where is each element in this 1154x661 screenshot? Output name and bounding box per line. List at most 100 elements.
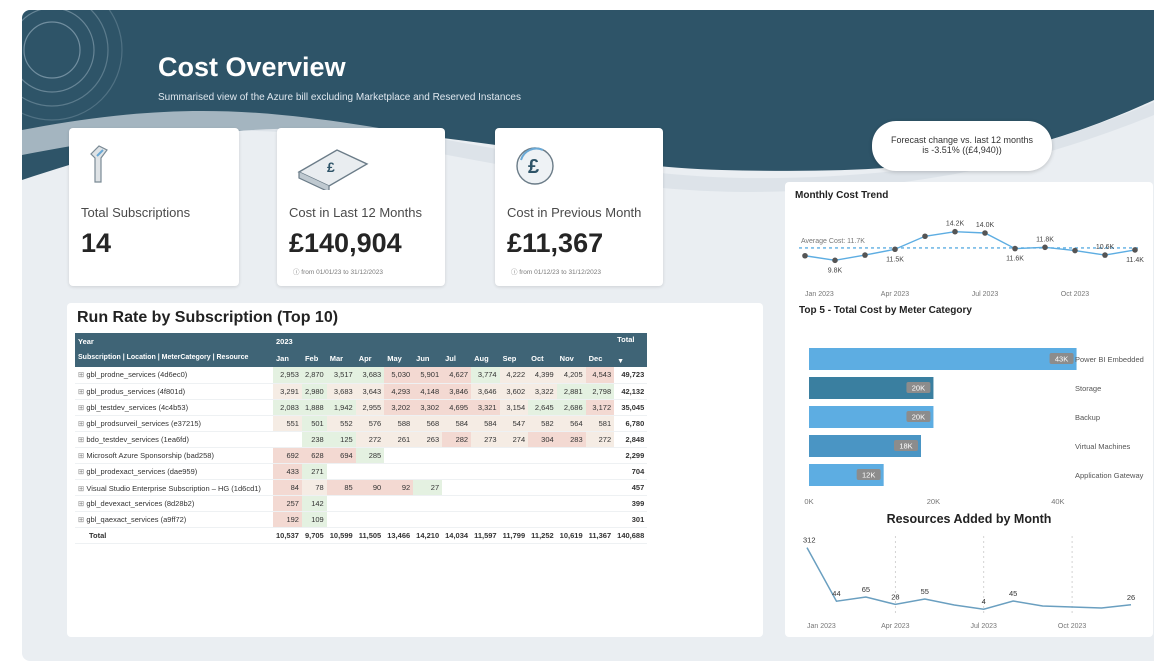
meter-x-tick: 0K (804, 497, 813, 506)
table-row[interactable]: ⊞ gbl_testdev_services (4c4b53) 2,083 1,88… (75, 399, 648, 416)
pound-coin-icon: £ (516, 147, 554, 185)
month-cell (442, 447, 472, 464)
month-cell (499, 511, 529, 528)
month-cell: 5,901 (413, 367, 443, 384)
month-cell: 304 (528, 431, 557, 448)
row-total: 704 (614, 463, 648, 480)
meter-value-label: 20K (912, 413, 925, 422)
month-cell (499, 447, 529, 464)
monthly-trend-chart[interactable]: Average Cost: 11.7K 9.8K 11.5K 14.2K 14.0K 11… (785, 202, 1153, 302)
resources-x-tick: Oct 2023 (1058, 623, 1087, 630)
table-row[interactable]: ⊞ gbl_prodne_services (4d6ec0) 2,953 2,870… (75, 367, 648, 384)
total-header-label: Total (617, 335, 635, 344)
kpi-card-total-subscriptions[interactable]: Total Subscriptions 14 (69, 128, 239, 286)
kpi-card-cost-12-months[interactable]: £ Cost in Last 12 Months £140,904 ⓘ from… (277, 128, 445, 286)
month-cell: 2,980 (301, 383, 327, 400)
kpi-date-range: ⓘ from 01/12/23 to 31/12/2023 (511, 269, 601, 276)
trend-point (982, 230, 988, 236)
month-cell (355, 495, 385, 512)
azure-key-icon (90, 145, 108, 183)
table-row[interactable]: ⊞ gbl_prodsurveil_services (e37215) 551 50… (75, 415, 648, 432)
resources-added-chart[interactable]: 312 44 65 28 55 4 45 26 Jan 2023 Apr 2023 Jul 2023… (785, 530, 1153, 634)
month-cell (585, 447, 615, 464)
month-cell (355, 511, 385, 528)
month-total: 10,619 (556, 526, 586, 544)
total-header[interactable]: Total ▼ (614, 333, 648, 367)
month-total: 11,367 (585, 526, 615, 544)
subscription-label: gbl_prodne_services (4d6ec0) (86, 370, 188, 380)
month-cell: 192 (273, 511, 302, 528)
month-cell: 3,322 (528, 383, 557, 400)
month-cell: 3,321 (471, 399, 500, 416)
page-title: Cost Overview (158, 52, 346, 82)
month-cell (585, 511, 615, 528)
meter-category-label: Virtual Machines (1075, 442, 1131, 451)
month-cell: 2,645 (528, 399, 557, 416)
month-cell: 92 (384, 479, 414, 496)
month-cell: 2,953 (273, 367, 302, 384)
month-cell (413, 511, 443, 528)
trend-data-label: 9.8K (828, 267, 843, 274)
month-cell: 582 (528, 415, 557, 432)
trend-data-label: 14.0K (976, 222, 995, 229)
resources-x-tick: Apr 2023 (881, 623, 910, 630)
month-cell: 2,955 (355, 399, 385, 416)
trend-point (892, 246, 898, 253)
month-header: Jun (413, 350, 443, 367)
year-header-row: Year 2023 Total ▼ (75, 333, 648, 367)
month-header: Jul (442, 350, 472, 367)
subscription-name: ⊞ gbl_testdev_services (4c4b53) (75, 399, 273, 416)
row-total: 301 (614, 511, 648, 528)
month-cell (442, 495, 472, 512)
trend-point (832, 257, 838, 264)
month-cell: 27 (413, 479, 443, 496)
month-cell: 3,683 (326, 383, 356, 400)
month-total: 11,597 (471, 526, 500, 544)
svg-text:£: £ (528, 156, 539, 178)
resources-x-tick: Jul 2023 (970, 623, 997, 630)
kpi-value: £140,904 (289, 228, 402, 258)
trend-x-tick: Oct 2023 (1061, 291, 1090, 298)
row-total: 49,723 (614, 367, 648, 384)
month-cell: 588 (384, 415, 414, 432)
table-row[interactable]: ⊞ Microsoft Azure Sponsorship (bad258) 69… (75, 447, 648, 464)
month-header: Jan (273, 350, 302, 367)
month-cell: 501 (301, 415, 327, 432)
month-cell (442, 479, 472, 496)
monthly-trend-title: Monthly Cost Trend (795, 190, 889, 201)
month-cell (384, 495, 414, 512)
kpi-card-cost-previous-month[interactable]: £ Cost in Previous Month £11,367 ⓘ from … (495, 128, 663, 286)
subscription-name: ⊞ gbl_prodsurveil_services (e37215) (75, 415, 273, 432)
month-cell: 263 (413, 431, 443, 448)
month-cell: 3,846 (442, 383, 472, 400)
month-cell: 2,870 (301, 367, 327, 384)
month-total: 10,599 (326, 526, 356, 544)
row-total: 2,299 (614, 447, 648, 464)
month-cell: 85 (326, 479, 356, 496)
table-row[interactable]: ⊞ Visual Studio Enterprise Subscription … (75, 479, 648, 496)
forecast-badge: Forecast change vs. last 12 months is -3… (872, 121, 1052, 171)
month-cell: 2,881 (556, 383, 586, 400)
month-total: 14,034 (442, 526, 472, 544)
month-cell: 109 (301, 511, 327, 528)
table-row[interactable]: ⊞ gbl_produs_services (4f801d) 3,291 2,980… (75, 383, 648, 400)
month-cell: 584 (442, 415, 472, 432)
month-cell (384, 447, 414, 464)
month-cell (585, 495, 615, 512)
month-cell: 581 (585, 415, 615, 432)
month-total: 11,505 (355, 526, 385, 544)
month-cell (326, 463, 356, 480)
table-row[interactable]: ⊞ bdo_testdev_services (1ea6fd) 238 125 272… (75, 431, 648, 448)
kpi-value: £11,367 (507, 228, 604, 258)
resources-data-label: 312 (803, 536, 816, 545)
table-row[interactable]: ⊞ gbl_qaexact_services (a9ff72) 192 109 301 (75, 511, 648, 528)
month-cell: 1,942 (326, 399, 356, 416)
meter-category-chart[interactable]: 43K Power BI Embedded 20K Storage 20K Backup 1… (785, 322, 1153, 507)
resources-x-tick: Jan 2023 (807, 623, 836, 630)
month-total: 13,466 (384, 526, 414, 544)
month-cell (556, 495, 586, 512)
table-row[interactable]: ⊞ gbl_prodexact_services (dae959) 433 271 7… (75, 463, 648, 480)
month-cell: 142 (301, 495, 327, 512)
table-row[interactable]: ⊞ gbl_devexact_services (8d28b2) 257 142 39… (75, 495, 648, 512)
month-cell (442, 511, 472, 528)
